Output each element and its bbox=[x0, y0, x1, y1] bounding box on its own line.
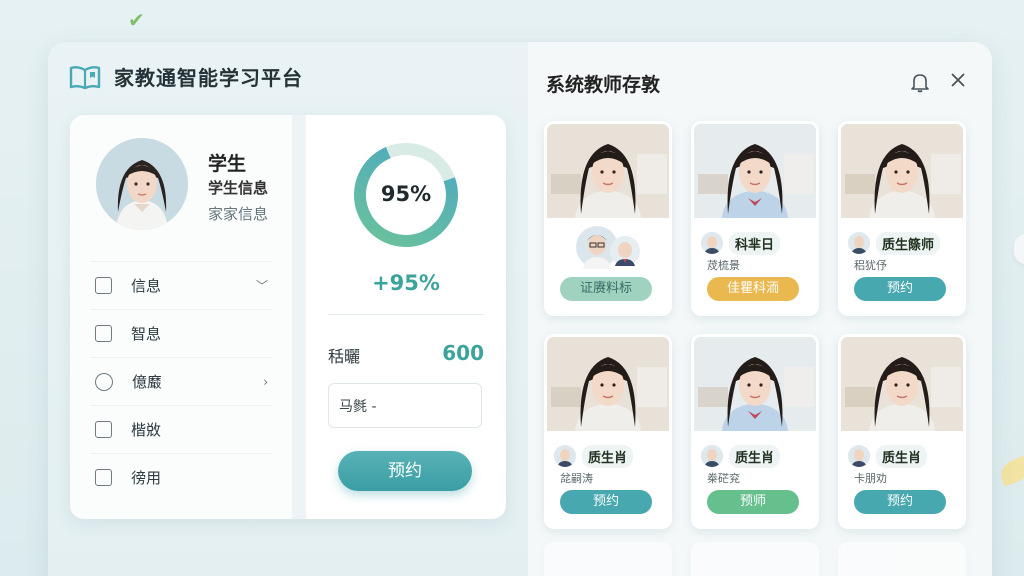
teacher-mini-avatar bbox=[848, 445, 870, 467]
teacher-book-button[interactable]: 证赓料标 bbox=[560, 277, 652, 301]
teacher-name-row: 质生篨师 bbox=[848, 231, 960, 255]
radio-button[interactable] bbox=[95, 372, 113, 391]
teacher-mini-avatar bbox=[701, 232, 723, 254]
teacher-name: 质生肖 bbox=[876, 444, 928, 468]
teacher-card[interactable]: 质生肖兺嗣涛预约 bbox=[544, 334, 672, 529]
teacher-mini-avatar bbox=[554, 445, 576, 467]
teacher-name-row: 科芈日 bbox=[701, 231, 813, 255]
teacher-book-button[interactable]: 佳瞿科洏 bbox=[707, 277, 799, 301]
checkbox[interactable] bbox=[95, 469, 112, 486]
progress-value: 95% bbox=[380, 182, 432, 206]
divider bbox=[328, 314, 484, 315]
menu-item[interactable]: 信息 ﹀ bbox=[90, 261, 272, 309]
teacher-name: 质生篨师 bbox=[876, 231, 941, 255]
stat-value: 600 bbox=[442, 341, 484, 365]
teacher-book-button[interactable]: 预约 bbox=[854, 490, 946, 514]
teacher-book-button[interactable]: 预约 bbox=[560, 490, 652, 514]
menu-list: 信息 ﹀ 智息 億黀 › 楷敚 徬用 bbox=[90, 261, 272, 501]
menu-item[interactable]: 徬用 bbox=[90, 453, 272, 501]
teacher-book-button[interactable]: 预约 bbox=[854, 277, 946, 301]
teacher-card[interactable]: 质生篨师稆犹伃预约 bbox=[838, 121, 966, 316]
teacher-name-row: 质生肖 bbox=[554, 444, 666, 468]
progress-delta: +95% bbox=[372, 271, 440, 295]
teacher-photo bbox=[547, 124, 669, 218]
teacher-photo bbox=[694, 337, 816, 431]
card-divider bbox=[292, 115, 306, 519]
student-card: 学生 学生信息 家家信息 信息 ﹀ 智息 億黀 › 楷敚 徬用 95% +95%… bbox=[70, 115, 506, 519]
teacher-mini-avatar bbox=[701, 445, 723, 467]
chevron-right-icon[interactable]: › bbox=[263, 375, 268, 389]
teacher-photo bbox=[841, 337, 963, 431]
menu-item-label: 智息 bbox=[131, 325, 162, 343]
chevron-down-icon[interactable]: ﹀ bbox=[256, 277, 268, 294]
student-name: 学生 bbox=[208, 153, 247, 175]
checkbox[interactable] bbox=[95, 421, 112, 438]
teacher-name: 科芈日 bbox=[729, 231, 781, 255]
teacher-name: 质生肖 bbox=[582, 444, 634, 468]
menu-item-label: 楷敚 bbox=[131, 421, 162, 439]
teacher-book-button[interactable]: 预师 bbox=[707, 490, 799, 514]
checkbox[interactable] bbox=[95, 325, 112, 342]
teacher-subtitle: 兺嗣涛 bbox=[560, 472, 593, 485]
teacher-subtitle: 荗梳景 bbox=[707, 259, 740, 272]
teacher-name-row: 质生肖 bbox=[701, 444, 813, 468]
teacher-name: 质生肖 bbox=[729, 444, 781, 468]
teacher-subtitle: 稆犹伃 bbox=[854, 259, 887, 272]
text-input[interactable]: 马毿 - bbox=[328, 383, 482, 428]
stat-label: 秳曬 bbox=[328, 347, 361, 366]
recommend-title: 系统教师存敦 bbox=[546, 74, 661, 96]
teacher-card[interactable]: 科芈日荗梳景佳瞿科洏 bbox=[691, 121, 819, 316]
menu-item[interactable]: 億黀 › bbox=[90, 357, 272, 405]
recommend-pane: 系统教师存敦 证赓料标 科芈日 荗梳景 佳瞿科洏 质生篨师 稆犹伃 预约 质生肖 兺嗣涛 预约 质生… bbox=[528, 42, 992, 576]
brand: 家教通智能学习平台 bbox=[68, 62, 303, 91]
teacher-photo bbox=[694, 124, 816, 218]
menu-item-label: 徬用 bbox=[131, 469, 162, 487]
teacher-group-avatar bbox=[575, 225, 641, 269]
teacher-subtitle: 卡朋劝 bbox=[854, 472, 887, 485]
app-title: 家教通智能学习平台 bbox=[114, 66, 303, 90]
teacher-card-placeholder bbox=[544, 542, 672, 576]
menu-item[interactable]: 智息 bbox=[90, 309, 272, 357]
teacher-card[interactable]: 质生肖桊硭兖预师 bbox=[691, 334, 819, 529]
book-icon bbox=[69, 65, 101, 89]
close-icon[interactable] bbox=[948, 70, 968, 90]
teacher-photo bbox=[841, 124, 963, 218]
teacher-subtitle: 桊硭兖 bbox=[707, 472, 740, 485]
progress-panel: 95% +95% 秳曬 600 马毿 - 预约 bbox=[306, 115, 506, 519]
teacher-mini-avatar bbox=[848, 232, 870, 254]
student-avatar[interactable] bbox=[96, 138, 188, 230]
leaf-decoration-icon: ✔ bbox=[128, 8, 145, 32]
student-info-label: 学生信息 bbox=[208, 179, 269, 197]
menu-item[interactable]: 楷敚 bbox=[90, 405, 272, 453]
teacher-name-row: 质生肖 bbox=[848, 444, 960, 468]
app-window: 家教通智能学习平台 学生 学生信息 家家信息 信息 ﹀ 智息 億黀 › 楷敚 徬… bbox=[48, 42, 992, 576]
checkbox[interactable] bbox=[95, 277, 112, 294]
teacher-photo bbox=[547, 337, 669, 431]
menu-item-label: 億黀 bbox=[132, 373, 163, 391]
side-scroll-handle[interactable] bbox=[1014, 234, 1024, 264]
teacher-card-placeholder bbox=[838, 542, 966, 576]
teacher-card[interactable]: 证赓料标 bbox=[544, 121, 672, 316]
student-panel: 学生 学生信息 家家信息 信息 ﹀ 智息 億黀 › 楷敚 徬用 bbox=[70, 115, 292, 519]
bell-icon[interactable] bbox=[909, 71, 931, 93]
teacher-card-placeholder bbox=[691, 542, 819, 576]
teacher-card[interactable]: 质生肖 卡朋劝 预约 bbox=[838, 334, 966, 529]
leaf-decoration bbox=[997, 455, 1024, 487]
left-pane: 家教通智能学习平台 学生 学生信息 家家信息 信息 ﹀ 智息 億黀 › 楷敚 徬… bbox=[48, 42, 528, 576]
family-info-label: 家家信息 bbox=[208, 205, 269, 223]
book-button[interactable]: 预约 bbox=[338, 451, 472, 491]
menu-item-label: 信息 bbox=[131, 277, 162, 295]
